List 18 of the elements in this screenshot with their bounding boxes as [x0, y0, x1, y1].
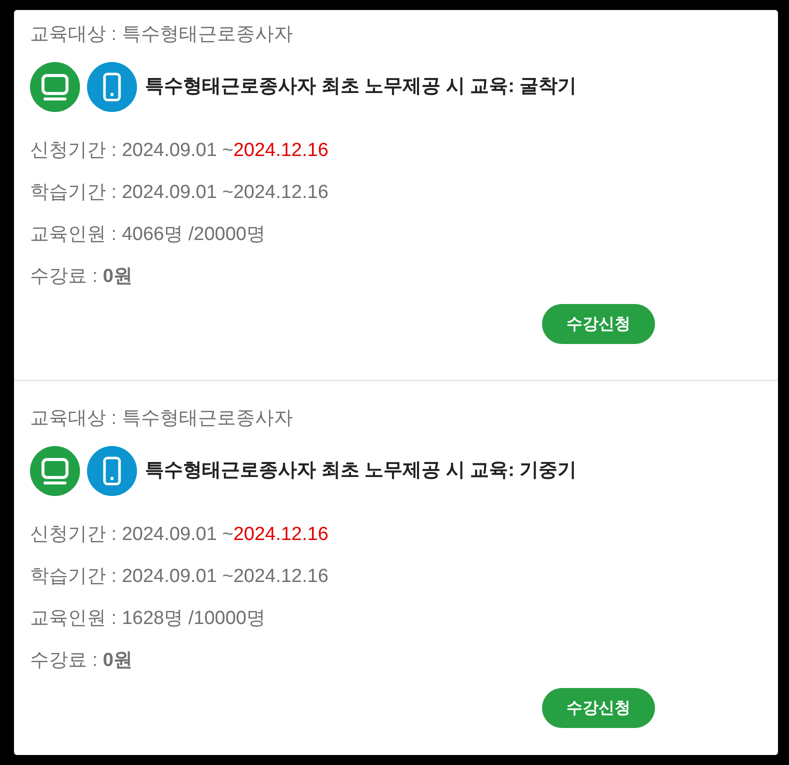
period-text: 학습기간 : 2024.09.01 ~2024.12.16 [30, 181, 328, 205]
monitor-icon [30, 446, 80, 496]
fee-text: 수강료 : 0원 [30, 265, 132, 289]
period-text: 신청기간 : 2024.09.01 ~2024.12.16 [30, 139, 328, 163]
apply-button[interactable]: 수강신청 [542, 688, 655, 728]
course-title: 특수형태근로종사자 최초 노무제공 시 교육: 굴착기 [145, 75, 577, 99]
phone-icon [87, 62, 137, 112]
enrollment-text: 교육인원 : 4066명 /20000명 [30, 223, 266, 247]
period-text: 학습기간 : 2024.09.01 ~2024.12.16 [30, 565, 328, 589]
fee-text: 수강료 : 0원 [30, 649, 132, 673]
monitor-icon [30, 62, 80, 112]
target-text: 교육대상 : 특수형태근로종사자 [30, 23, 293, 47]
enrollment-text: 교육인원 : 1628명 /10000명 [30, 607, 266, 631]
apply-button[interactable]: 수강신청 [542, 304, 655, 344]
course-title: 특수형태근로종사자 최초 노무제공 시 교육: 기중기 [145, 459, 577, 483]
period-text: 신청기간 : 2024.09.01 ~2024.12.16 [30, 523, 328, 547]
phone-icon [87, 446, 137, 496]
target-text: 교육대상 : 특수형태근로종사자 [30, 407, 293, 431]
